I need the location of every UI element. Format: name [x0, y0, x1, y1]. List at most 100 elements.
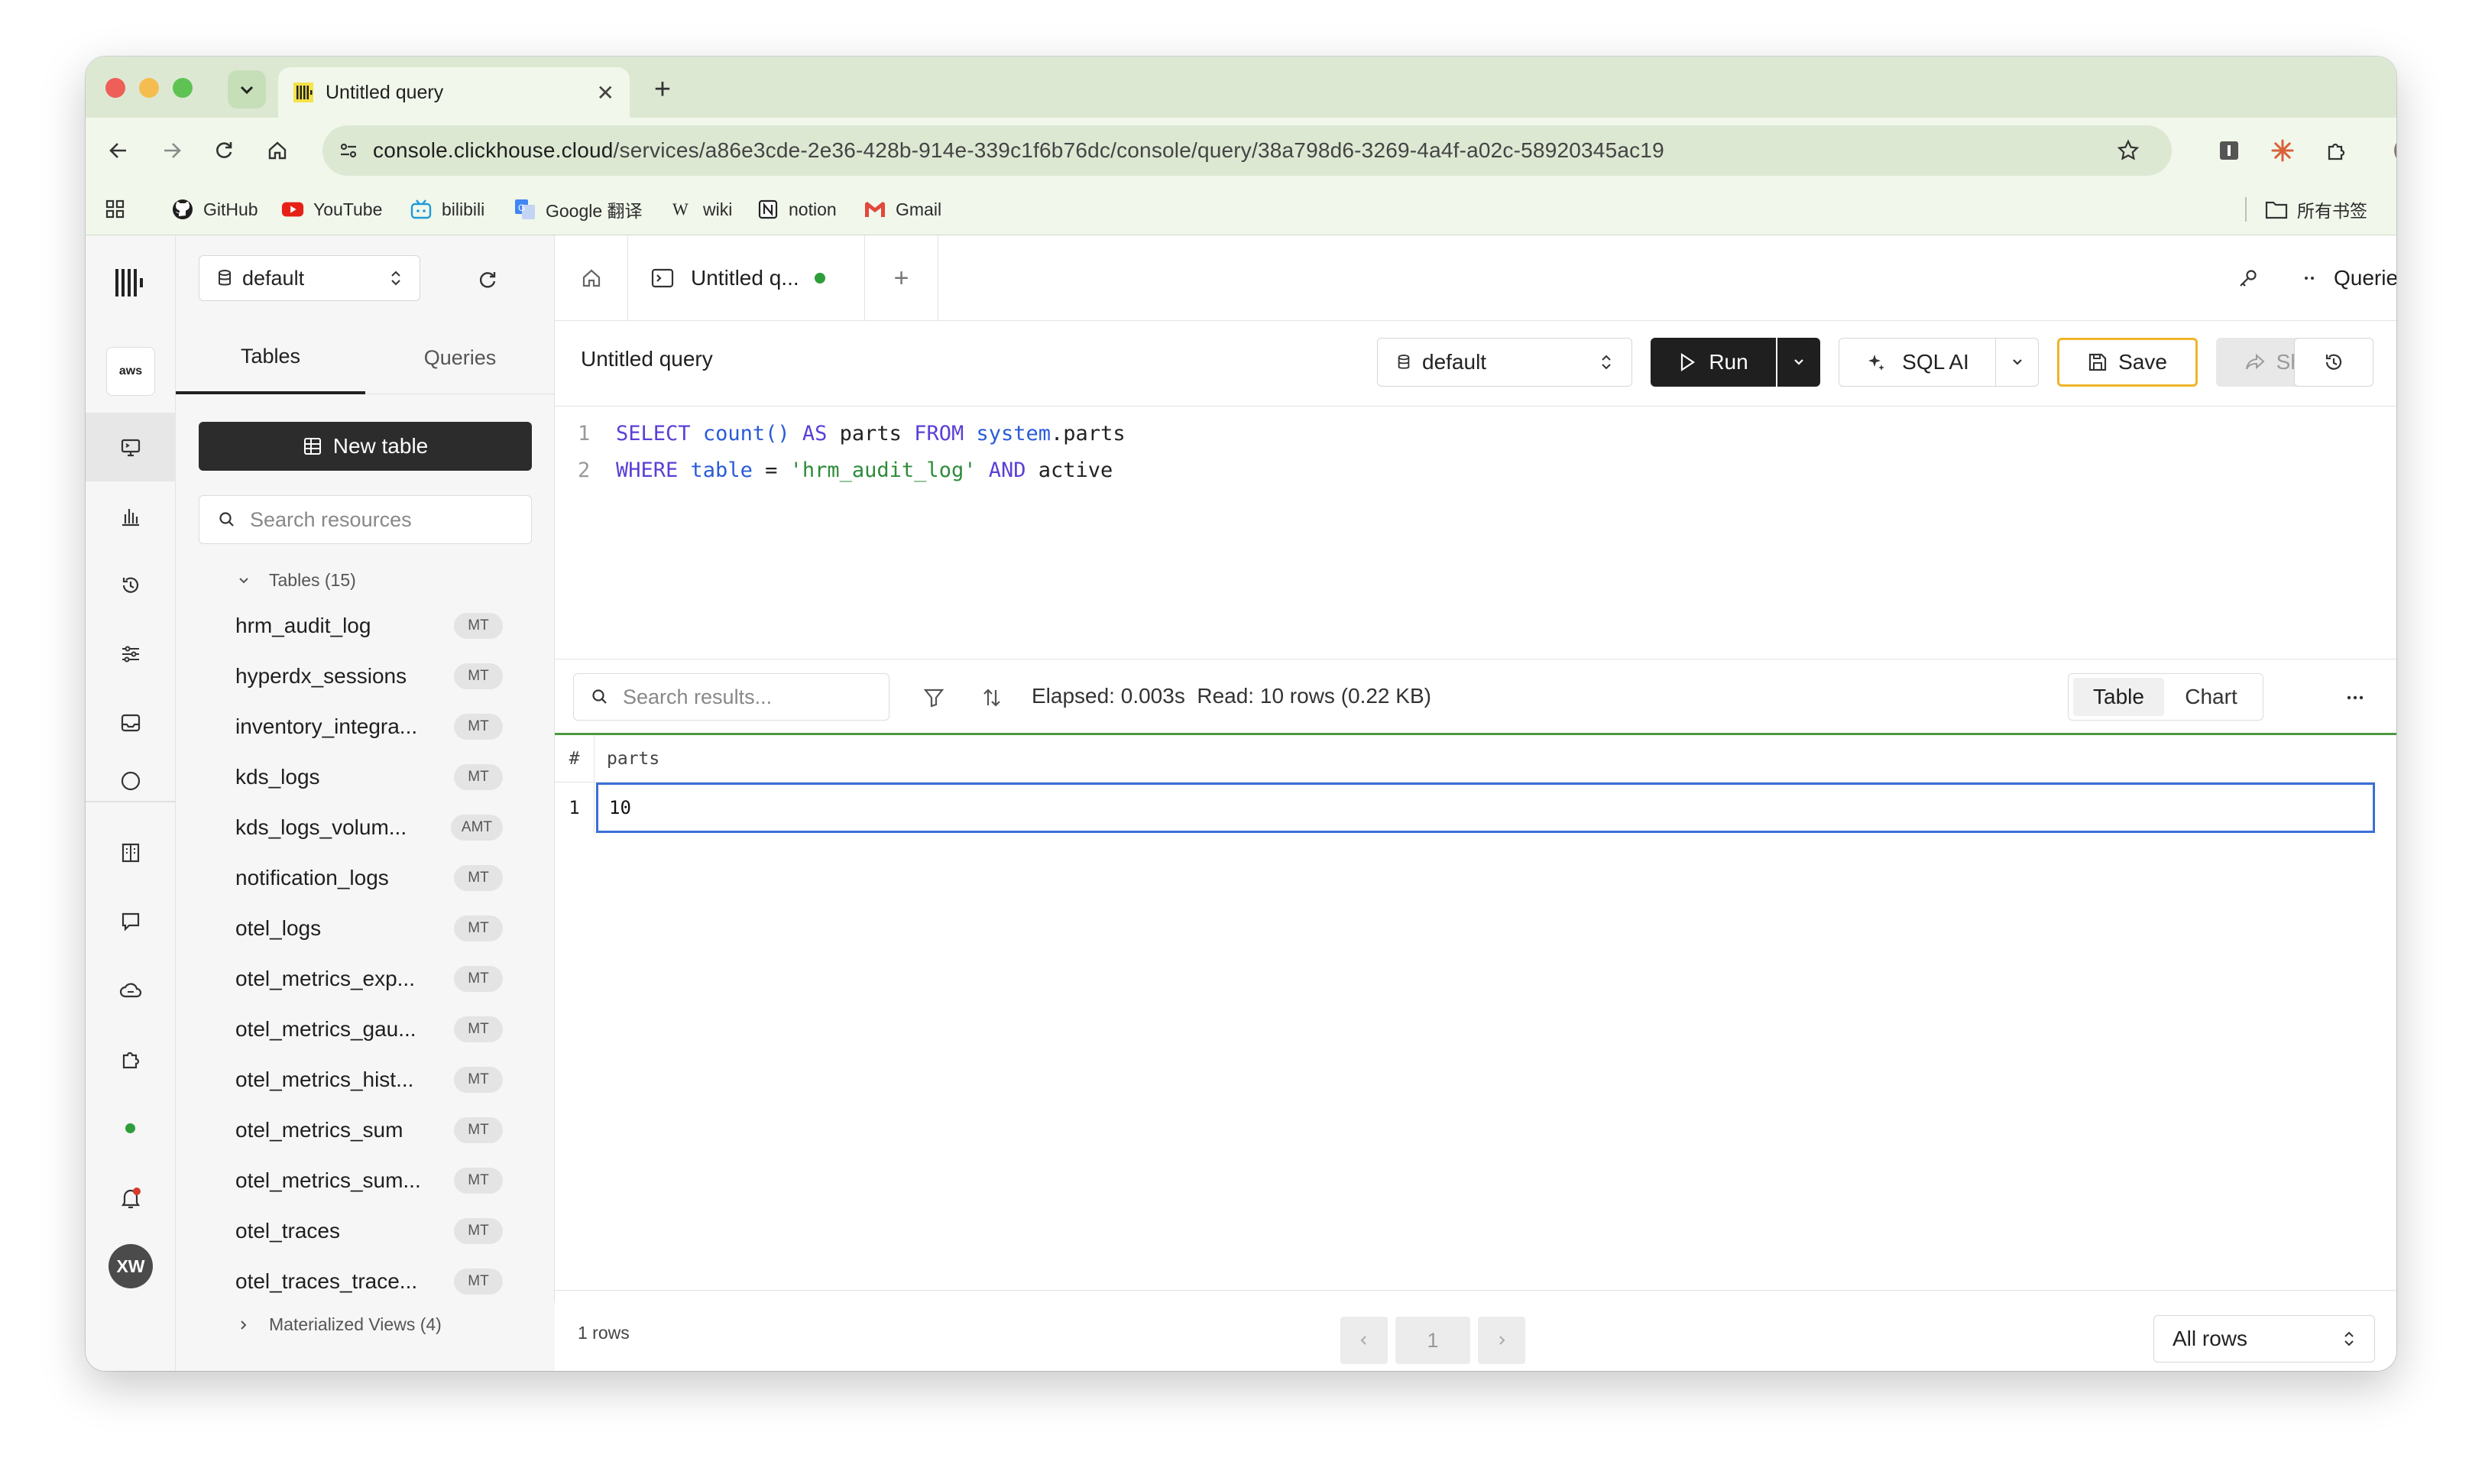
profile-button[interactable]	[2390, 133, 2396, 168]
clickhouse-logo[interactable]	[112, 264, 149, 301]
home-button[interactable]	[260, 133, 295, 168]
close-tab-icon[interactable]: ✕	[597, 80, 614, 105]
bookmark-youtube[interactable]: YouTube	[281, 196, 382, 223]
bookmark-github[interactable]: GitHub	[171, 196, 258, 223]
user-avatar[interactable]: XW	[109, 1244, 153, 1288]
close-window-button[interactable]	[105, 78, 125, 98]
tables-group-toggle[interactable]: Tables (15)	[237, 570, 356, 591]
rail-extensions[interactable]	[112, 1041, 149, 1077]
tab-search-button[interactable]	[228, 70, 266, 109]
rail-notifications[interactable]	[112, 1180, 149, 1217]
query-database-select[interactable]: default	[1377, 338, 1632, 387]
bookmark-star-button[interactable]	[2111, 133, 2146, 168]
bookmark-notion[interactable]: notion	[757, 196, 837, 223]
aws-service-button[interactable]: aws	[106, 347, 155, 396]
forward-button[interactable]	[154, 133, 190, 168]
url-text: console.clickhouse.cloud/services/a86e3c…	[373, 138, 1664, 163]
rail-sql-console[interactable]	[112, 429, 149, 466]
bookmark-bilibili[interactable]: bilibili	[410, 196, 484, 223]
table-list-item[interactable]: otel_metrics_sum... MT	[235, 1162, 503, 1200]
rail-integrations[interactable]	[112, 972, 149, 1009]
cell-parts[interactable]: 10	[596, 783, 2375, 833]
home-icon	[268, 141, 287, 160]
maximize-window-button[interactable]	[173, 78, 193, 98]
table-list-item[interactable]: inventory_integra... MT	[235, 708, 503, 746]
table-list-item[interactable]: otel_metrics_hist... MT	[235, 1061, 503, 1099]
reload-button[interactable]	[206, 133, 241, 168]
run-label: Run	[1709, 350, 1748, 374]
table-list-item[interactable]: otel_metrics_gau... MT	[235, 1010, 503, 1048]
rows-per-page-select[interactable]: All rows	[2153, 1315, 2375, 1362]
run-options-button[interactable]	[1777, 338, 1820, 387]
tab-tables[interactable]: Tables	[176, 321, 365, 394]
back-button[interactable]	[101, 133, 136, 168]
site-settings-icon[interactable]	[338, 140, 359, 161]
bookmark-wiki[interactable]: Wwiki	[671, 196, 732, 223]
sort-button[interactable]	[977, 682, 1007, 713]
rail-organization[interactable]	[112, 834, 149, 871]
query-tab-label: Untitled q...	[691, 266, 799, 290]
rail-dashboards[interactable]	[112, 498, 149, 535]
table-icon	[303, 438, 321, 455]
sql-editor[interactable]: 1 2 SELECT count() AS parts FROM system.…	[555, 407, 2396, 659]
new-table-button[interactable]: New table	[199, 422, 532, 471]
sql-ai-options-button[interactable]	[1996, 338, 2039, 387]
address-bar[interactable]: console.clickhouse.cloud/services/a86e3c…	[322, 125, 2172, 176]
bookmark-gmail[interactable]: Gmail	[864, 196, 941, 223]
view-chart-button[interactable]: Chart	[2164, 678, 2258, 716]
table-list-item[interactable]: hrm_audit_log MT	[235, 607, 503, 645]
query-database-value: default	[1422, 350, 1487, 374]
all-bookmarks-button[interactable]: 所有书签	[2265, 196, 2367, 223]
query-history-button[interactable]	[2294, 338, 2373, 387]
prev-page-button[interactable]	[1340, 1317, 1388, 1364]
materialized-views-toggle[interactable]: Materialized Views (4)	[237, 1314, 442, 1335]
view-table-button[interactable]: Table	[2073, 678, 2165, 716]
table-list-item[interactable]: hyperdx_sessions MT	[235, 657, 503, 695]
refresh-button[interactable]	[472, 264, 503, 295]
rail-inbox[interactable]	[112, 705, 149, 741]
grid-header-parts[interactable]: parts	[607, 749, 659, 769]
queries-panel-button[interactable]: Queries	[2303, 263, 2396, 293]
rail-support[interactable]	[112, 903, 149, 940]
tab-queries[interactable]: Queries	[365, 321, 555, 394]
save-button[interactable]: Save	[2057, 338, 2198, 387]
page-number[interactable]: 1	[1395, 1317, 1470, 1364]
sql-ai-button[interactable]: SQL AI	[1839, 338, 1996, 387]
home-tab[interactable]	[555, 235, 628, 321]
rail-query-history[interactable]	[112, 567, 149, 604]
next-page-button[interactable]	[1478, 1317, 1525, 1364]
bookmark-label: Google 翻译	[546, 201, 643, 221]
search-results-input[interactable]: Search results...	[573, 673, 889, 721]
bookmark-label: bilibili	[442, 199, 485, 219]
search-resources-input[interactable]: Search resources	[199, 495, 532, 544]
table-list-item[interactable]: otel_metrics_exp... MT	[235, 960, 503, 998]
key-button[interactable]	[2231, 261, 2265, 295]
extension-reader-button[interactable]	[2211, 133, 2247, 168]
table-list-item[interactable]: otel_traces MT	[235, 1212, 503, 1250]
query-tab-active[interactable]: Untitled q...	[628, 235, 865, 321]
filter-button[interactable]	[919, 682, 949, 713]
apps-button[interactable]	[104, 196, 127, 223]
database-select[interactable]: default	[199, 255, 420, 301]
new-tab-button[interactable]: +	[645, 72, 680, 107]
table-list-item[interactable]: otel_metrics_sum MT	[235, 1111, 503, 1149]
table-row[interactable]: 1 10	[555, 783, 2375, 833]
rail-settings[interactable]	[112, 636, 149, 672]
extensions-button[interactable]	[2318, 133, 2354, 168]
table-list-item[interactable]: otel_traces_trace... MT	[235, 1262, 503, 1301]
bookmark-google-translate[interactable]: G Google 翻译	[514, 196, 643, 223]
run-button[interactable]: Run	[1651, 338, 1776, 387]
minimize-window-button[interactable]	[139, 78, 159, 98]
results-more-button[interactable]	[2340, 685, 2370, 710]
rail-help[interactable]	[112, 770, 149, 792]
table-list-item[interactable]: kds_logs MT	[235, 758, 503, 796]
query-title[interactable]: Untitled query	[581, 347, 713, 371]
browser-tab-active[interactable]: Untitled query ✕	[278, 67, 630, 118]
table-list-item[interactable]: kds_logs_volum... AMT	[235, 808, 503, 847]
new-query-tab-button[interactable]: +	[865, 235, 938, 321]
extension-claude-button[interactable]	[2265, 133, 2300, 168]
table-list-item[interactable]: otel_logs MT	[235, 909, 503, 948]
table-name: otel_logs	[235, 916, 322, 940]
table-list-item[interactable]: notification_logs MT	[235, 859, 503, 897]
query-workspace: Untitled q... + Queries Untitled query d…	[555, 235, 2396, 1371]
